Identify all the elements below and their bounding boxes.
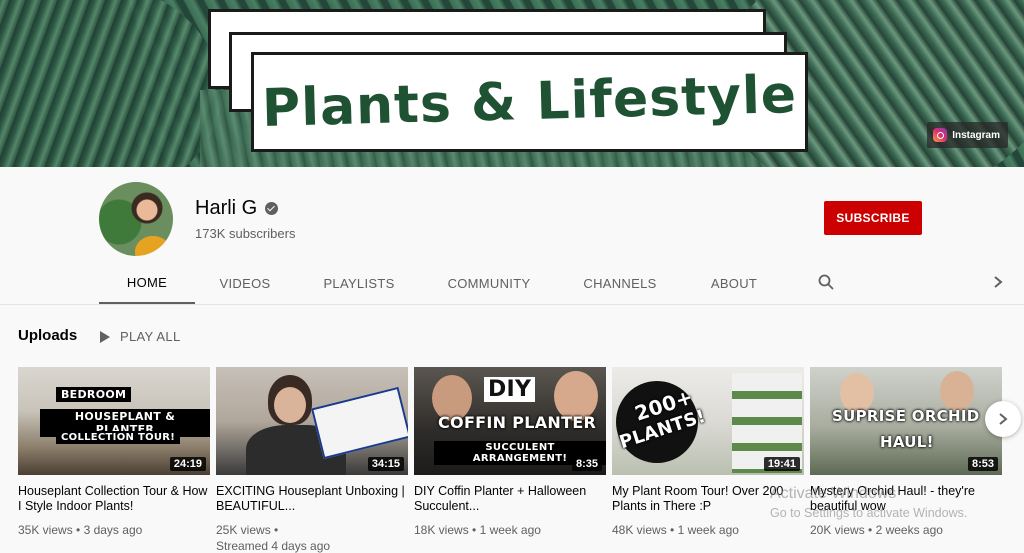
avatar[interactable]	[99, 182, 173, 256]
video-thumbnail[interactable]: 200+ PLANTS! 19:41	[612, 367, 804, 475]
tab-about[interactable]: ABOUT	[685, 263, 783, 304]
thumbnail-text: COFFIN PLANTER	[438, 413, 597, 432]
video-meta: 35K views • 3 days ago	[18, 523, 143, 537]
chevron-right-icon	[999, 413, 1008, 425]
video-duration: 8:35	[571, 457, 602, 471]
video-card[interactable]: BEDROOM HOUSEPLANT & PLANTER COLLECTION …	[18, 367, 210, 553]
channel-banner: Plants & Lifestyle Instagram	[0, 0, 1024, 167]
banner-title: Plants & Lifestyle	[261, 65, 798, 139]
video-duration: 8:53	[967, 457, 998, 471]
video-duration: 19:41	[763, 457, 800, 471]
play-all-button[interactable]: PLAY ALL	[100, 329, 180, 344]
video-thumbnail[interactable]: SUPRISE ORCHID HAUL! 8:53	[810, 367, 1002, 475]
windows-activation-watermark: Activate Windows Go to Settings to activ…	[770, 485, 967, 520]
thumbnail-text: DIY	[484, 377, 536, 402]
video-meta: 48K views • 1 week ago	[612, 523, 739, 537]
video-title[interactable]: DIY Coffin Planter + Halloween Succulent…	[414, 484, 606, 514]
tab-playlists[interactable]: PLAYLISTS	[295, 263, 423, 304]
video-duration: 24:19	[169, 457, 206, 471]
thumbnail-text: COLLECTION TOUR!	[56, 431, 181, 444]
shelf-next-button[interactable]	[985, 401, 1021, 437]
tab-videos[interactable]: VIDEOS	[195, 263, 295, 304]
search-icon[interactable]	[818, 274, 834, 290]
instagram-icon	[933, 128, 948, 142]
uploads-section: Uploads PLAY ALL BEDROOM HOUSEPLANT & PL…	[0, 304, 1024, 553]
tab-home[interactable]: HOME	[99, 263, 195, 304]
subscriber-count: 173K subscribers	[195, 226, 296, 241]
tab-community[interactable]: COMMUNITY	[423, 263, 555, 304]
video-views: 48K views	[612, 523, 667, 537]
video-age: 1 week ago	[677, 523, 739, 537]
video-thumbnail[interactable]: 34:15	[216, 367, 408, 475]
video-card[interactable]: 34:15 EXCITING Houseplant Unboxing | BEA…	[216, 367, 408, 553]
video-thumbnail[interactable]: BEDROOM HOUSEPLANT & PLANTER COLLECTION …	[18, 367, 210, 475]
instagram-label: Instagram	[952, 129, 1000, 141]
watermark-line: Go to Settings to activate Windows.	[770, 506, 968, 520]
video-title[interactable]: EXCITING Houseplant Unboxing | BEAUTIFUL…	[216, 484, 408, 514]
video-views: 18K views	[414, 523, 469, 537]
video-thumbnail[interactable]: DIY COFFIN PLANTER SUCCULENT ARRANGEMENT…	[414, 367, 606, 475]
channel-name: Harli G	[195, 197, 279, 220]
channel-header: Harli G 173K subscribers SUBSCRIBE HOME …	[0, 167, 1024, 304]
chevron-right-icon[interactable]	[991, 275, 1005, 289]
video-shelf: BEDROOM HOUSEPLANT & PLANTER COLLECTION …	[18, 367, 1002, 553]
video-card[interactable]: DIY COFFIN PLANTER SUCCULENT ARRANGEMENT…	[414, 367, 606, 553]
package-box	[311, 386, 408, 460]
thumbnail-text: BEDROOM	[56, 387, 132, 402]
video-views: 35K views	[18, 523, 73, 537]
video-card[interactable]: 200+ PLANTS! 19:41 My Plant Room Tour! O…	[612, 367, 804, 553]
video-age: 1 week ago	[479, 523, 541, 537]
person-figure	[940, 371, 974, 411]
thumbnail-text: SUPRISE ORCHID	[832, 407, 980, 425]
video-title[interactable]: Houseplant Collection Tour & How I Style…	[18, 484, 210, 514]
person-figure	[274, 387, 306, 423]
channel-tabs: HOME VIDEOS PLAYLISTS COMMUNITY CHANNELS…	[99, 263, 783, 304]
video-meta: 25K views • Streamed 4 days ago	[216, 523, 331, 553]
channel-name-text: Harli G	[195, 197, 258, 219]
banner-card: Plants & Lifestyle	[251, 52, 808, 152]
banner-leaf	[0, 0, 235, 167]
video-age: 2 weeks ago	[875, 523, 943, 537]
thumbnail-text: HAUL!	[880, 433, 934, 451]
tab-channels[interactable]: CHANNELS	[555, 263, 685, 304]
instagram-link[interactable]: Instagram	[927, 122, 1008, 148]
video-duration: 34:15	[367, 457, 404, 471]
video-card[interactable]: SUPRISE ORCHID HAUL! 8:53 Mystery Orchid…	[810, 367, 1002, 553]
subscribe-button[interactable]: SUBSCRIBE	[824, 201, 922, 235]
video-age: 3 days ago	[83, 523, 143, 537]
video-meta: 20K views • 2 weeks ago	[810, 523, 943, 537]
play-icon	[100, 330, 110, 343]
watermark-line: Activate Windows	[770, 485, 897, 502]
video-views: 20K views	[810, 523, 865, 537]
video-meta: 18K views • 1 week ago	[414, 523, 541, 537]
verified-icon	[265, 202, 279, 215]
video-views: 25K views	[216, 523, 271, 537]
video-age: Streamed 4 days ago	[216, 539, 331, 553]
section-title[interactable]: Uploads	[18, 327, 77, 344]
play-all-label: PLAY ALL	[120, 329, 181, 344]
